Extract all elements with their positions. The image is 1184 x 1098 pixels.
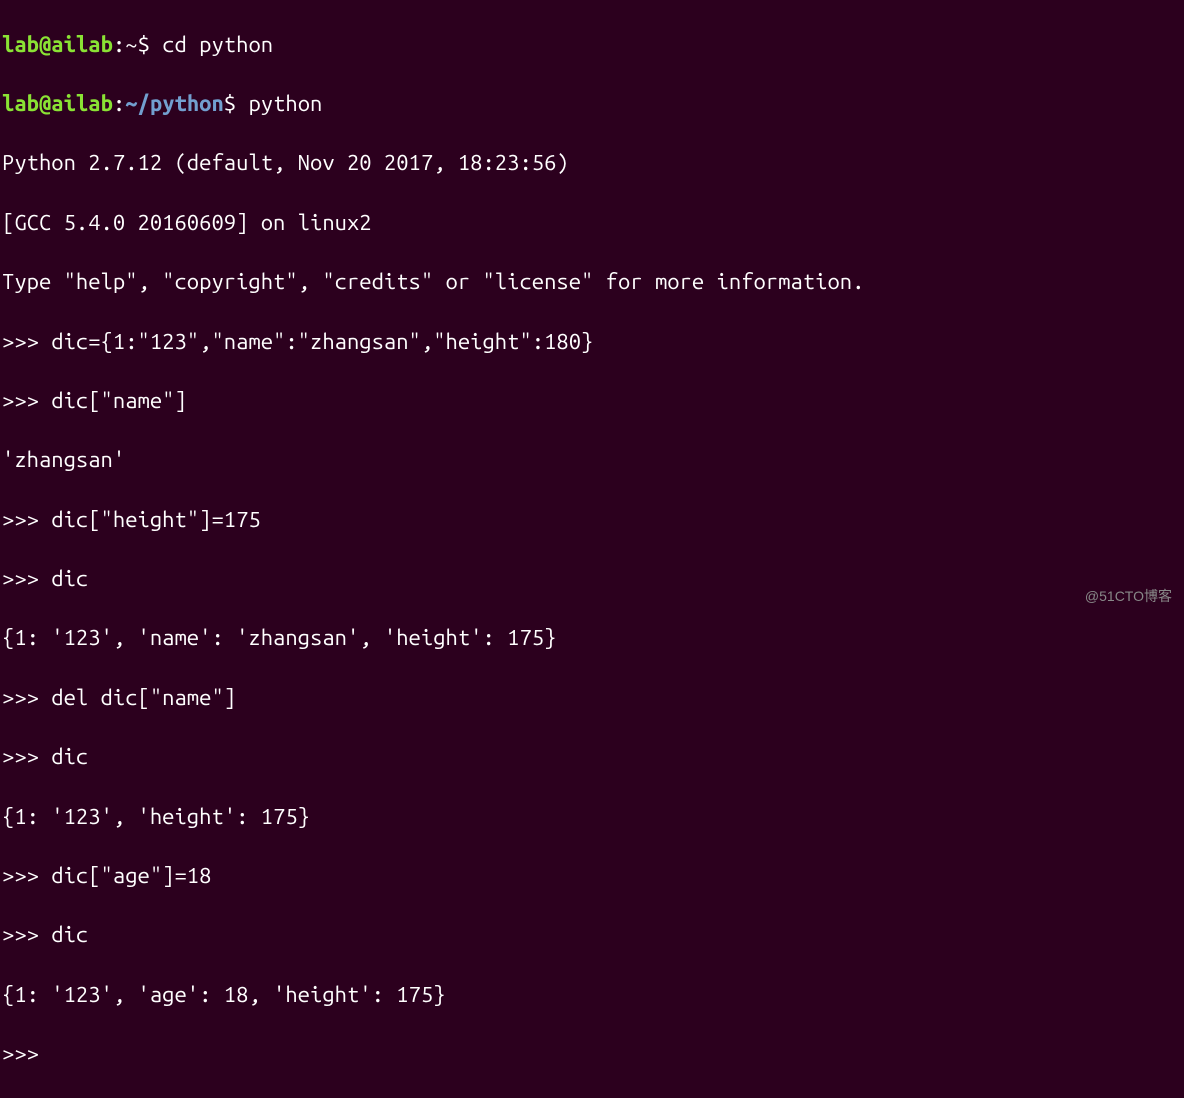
repl-prompt: >>> bbox=[2, 388, 51, 413]
python-banner-line-2: [GCC 5.4.0 20160609] on linux2 bbox=[2, 208, 1182, 238]
command-cd: cd python bbox=[150, 32, 273, 57]
prompt-user: lab bbox=[2, 91, 39, 116]
prompt-path-home: ~ bbox=[125, 32, 137, 57]
repl-output: {1: '123', 'name': 'zhangsan', 'height':… bbox=[2, 623, 1182, 653]
repl-prompt: >>> bbox=[2, 566, 51, 591]
repl-line: >>> bbox=[2, 1039, 1182, 1069]
shell-line-2: lab@ailab:~/python$ python bbox=[2, 89, 1182, 119]
prompt-user: lab bbox=[2, 32, 39, 57]
watermark: @51CTO博客 bbox=[1085, 587, 1172, 606]
repl-line: >>> dic["age"]=18 bbox=[2, 861, 1182, 891]
repl-line: >>> dic bbox=[2, 920, 1182, 950]
repl-output: {1: '123', 'age': 18, 'height': 175} bbox=[2, 980, 1182, 1010]
prompt-dollar: $ bbox=[224, 91, 236, 116]
repl-prompt: >>> bbox=[2, 685, 51, 710]
repl-input: dic bbox=[51, 922, 88, 947]
repl-input: dic={1:"123","name":"zhangsan","height":… bbox=[51, 329, 593, 354]
repl-line: >>> dic["height"]=175 bbox=[2, 505, 1182, 535]
repl-line: >>> dic bbox=[2, 564, 1182, 594]
repl-prompt: >>> bbox=[2, 329, 51, 354]
prompt-at: @ bbox=[39, 91, 51, 116]
python-banner-line-3: Type "help", "copyright", "credits" or "… bbox=[2, 267, 1182, 297]
prompt-colon: : bbox=[113, 91, 125, 116]
repl-output: 'zhangsan' bbox=[2, 445, 1182, 475]
repl-line: >>> dic={1:"123","name":"zhangsan","heig… bbox=[2, 327, 1182, 357]
repl-line: >>> dic bbox=[2, 742, 1182, 772]
prompt-host: ailab bbox=[51, 91, 113, 116]
repl-input: del dic["name"] bbox=[51, 685, 236, 710]
command-python: python bbox=[236, 91, 322, 116]
terminal[interactable]: lab@ailab:~$ cd python lab@ailab:~/pytho… bbox=[2, 0, 1182, 1098]
repl-prompt: >>> bbox=[2, 922, 51, 947]
prompt-host: ailab bbox=[51, 32, 113, 57]
repl-input: dic bbox=[51, 566, 88, 591]
repl-output: {1: '123', 'height': 175} bbox=[2, 802, 1182, 832]
repl-prompt: >>> bbox=[2, 863, 51, 888]
prompt-dollar: $ bbox=[138, 32, 150, 57]
python-banner-line-1: Python 2.7.12 (default, Nov 20 2017, 18:… bbox=[2, 148, 1182, 178]
repl-prompt: >>> bbox=[2, 507, 51, 532]
repl-input: dic["age"]=18 bbox=[51, 863, 211, 888]
repl-input: dic bbox=[51, 744, 88, 769]
repl-prompt: >>> bbox=[2, 744, 51, 769]
shell-line-1: lab@ailab:~$ cd python bbox=[2, 30, 1182, 60]
prompt-path-python: ~/python bbox=[125, 91, 224, 116]
repl-input: dic["height"]=175 bbox=[51, 507, 260, 532]
prompt-colon: : bbox=[113, 32, 125, 57]
repl-prompt: >>> bbox=[2, 1041, 51, 1066]
repl-line: >>> dic["name"] bbox=[2, 386, 1182, 416]
prompt-at: @ bbox=[39, 32, 51, 57]
repl-line: >>> del dic["name"] bbox=[2, 683, 1182, 713]
repl-input: dic["name"] bbox=[51, 388, 187, 413]
